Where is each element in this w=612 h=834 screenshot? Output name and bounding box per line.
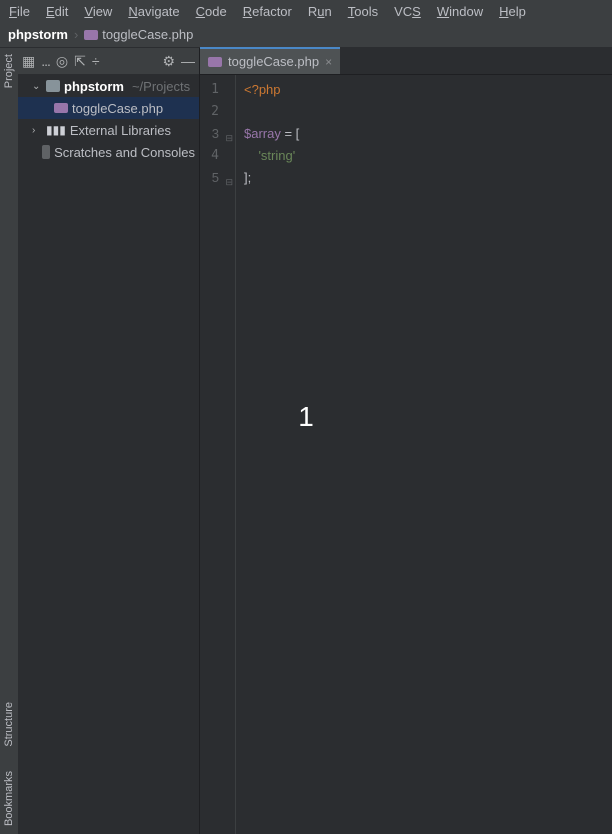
editor-tab-label: toggleCase.php [228, 54, 319, 69]
breadcrumb: phpstorm › toggleCase.php [0, 22, 612, 48]
php-file-icon [84, 30, 98, 40]
code-line-5: ]; [236, 167, 612, 189]
menu-help[interactable]: Help [494, 3, 531, 20]
chevron-right-icon[interactable]: › [32, 125, 42, 136]
toolwindow-bookmarks-button[interactable]: Bookmarks [3, 769, 15, 828]
tree-scratches[interactable]: Scratches and Consoles [18, 141, 199, 163]
breadcrumb-separator: › [74, 27, 78, 42]
code-line-3: $array = [ [236, 123, 612, 145]
collapse-all-icon[interactable]: ÷ [92, 54, 100, 68]
chevron-down-icon[interactable]: ⌄ [32, 81, 42, 92]
left-tool-strip: Project Structure Bookmarks [0, 48, 18, 834]
tree-scratches-label: Scratches and Consoles [54, 145, 195, 160]
code-line-2 [236, 101, 612, 123]
editor-tab-togglecase[interactable]: toggleCase.php × [200, 47, 340, 74]
tree-root-label: phpstorm [64, 79, 124, 94]
project-settings-icon[interactable]: ⚙ [162, 54, 175, 68]
main-menu-bar: File Edit View Navigate Code Refactor Ru… [0, 0, 612, 22]
gutter-line-4[interactable]: 4 [200, 145, 235, 167]
menu-tools[interactable]: Tools [343, 3, 383, 20]
tree-file-togglecase[interactable]: toggleCase.php [18, 97, 199, 119]
scratches-icon [42, 145, 50, 159]
code-line-4: 'string' [236, 145, 612, 167]
folder-icon [46, 80, 60, 92]
editor-tab-bar: toggleCase.php × [200, 48, 612, 75]
gutter-line-1[interactable]: 1 [200, 79, 235, 101]
project-view-icon[interactable]: ▦ [22, 54, 35, 68]
tree-root-hint: ~/Projects [132, 79, 190, 94]
menu-vcs[interactable]: VCS [389, 3, 426, 20]
breadcrumb-file-label: toggleCase.php [102, 27, 193, 42]
menu-view[interactable]: View [79, 3, 117, 20]
gutter-line-3[interactable]: 3⊟ [200, 123, 235, 145]
breadcrumb-project[interactable]: phpstorm [8, 27, 68, 42]
library-icon: ▮▮▮ [46, 123, 66, 137]
editor-gutter: 1 2 3⊟ 4 5⊟ [200, 75, 236, 834]
php-file-icon [208, 57, 222, 67]
tree-external-libraries[interactable]: › ▮▮▮ External Libraries [18, 119, 199, 141]
breadcrumb-file[interactable]: toggleCase.php [84, 27, 193, 42]
project-more-icon[interactable]: ... [41, 54, 50, 68]
menu-edit[interactable]: Edit [41, 3, 73, 20]
code-line-1: <?php [236, 79, 612, 101]
toolwindow-structure-button[interactable]: Structure [3, 700, 15, 749]
tree-file-label: toggleCase.php [72, 101, 163, 116]
editor-area: toggleCase.php × 1 2 3⊟ 4 5⊟ <?php $arra… [200, 48, 612, 834]
menu-navigate[interactable]: Navigate [123, 3, 184, 20]
project-tree: ⌄ phpstorm ~/Projects toggleCase.php › ▮… [18, 75, 199, 163]
menu-window[interactable]: Window [432, 3, 488, 20]
toolwindow-project-button[interactable]: Project [3, 52, 15, 90]
expand-all-icon[interactable]: ⇱ [74, 54, 86, 68]
gutter-line-5[interactable]: 5⊟ [200, 167, 235, 189]
menu-code[interactable]: Code [191, 3, 232, 20]
gutter-line-2[interactable]: 2 [200, 101, 235, 123]
code-area[interactable]: 1 2 3⊟ 4 5⊟ <?php $array = [ 'string' ]; [200, 75, 612, 834]
menu-file[interactable]: File [4, 3, 35, 20]
php-file-icon [54, 103, 68, 113]
menu-refactor[interactable]: Refactor [238, 3, 297, 20]
project-toolbar: ▦ ... ◎ ⇱ ÷ ⚙ — [18, 48, 199, 75]
project-panel: ▦ ... ◎ ⇱ ÷ ⚙ — ⌄ phpstorm ~/Projects to… [18, 48, 200, 834]
menu-run[interactable]: Run [303, 3, 337, 20]
editor-content[interactable]: <?php $array = [ 'string' ]; [236, 75, 612, 834]
tree-libs-label: External Libraries [70, 123, 171, 138]
hide-panel-icon[interactable]: — [181, 54, 195, 68]
tree-root[interactable]: ⌄ phpstorm ~/Projects [18, 75, 199, 97]
select-opened-file-icon[interactable]: ◎ [56, 54, 68, 68]
fold-close-icon[interactable]: ⊟ [225, 171, 233, 193]
close-tab-icon[interactable]: × [325, 55, 332, 69]
